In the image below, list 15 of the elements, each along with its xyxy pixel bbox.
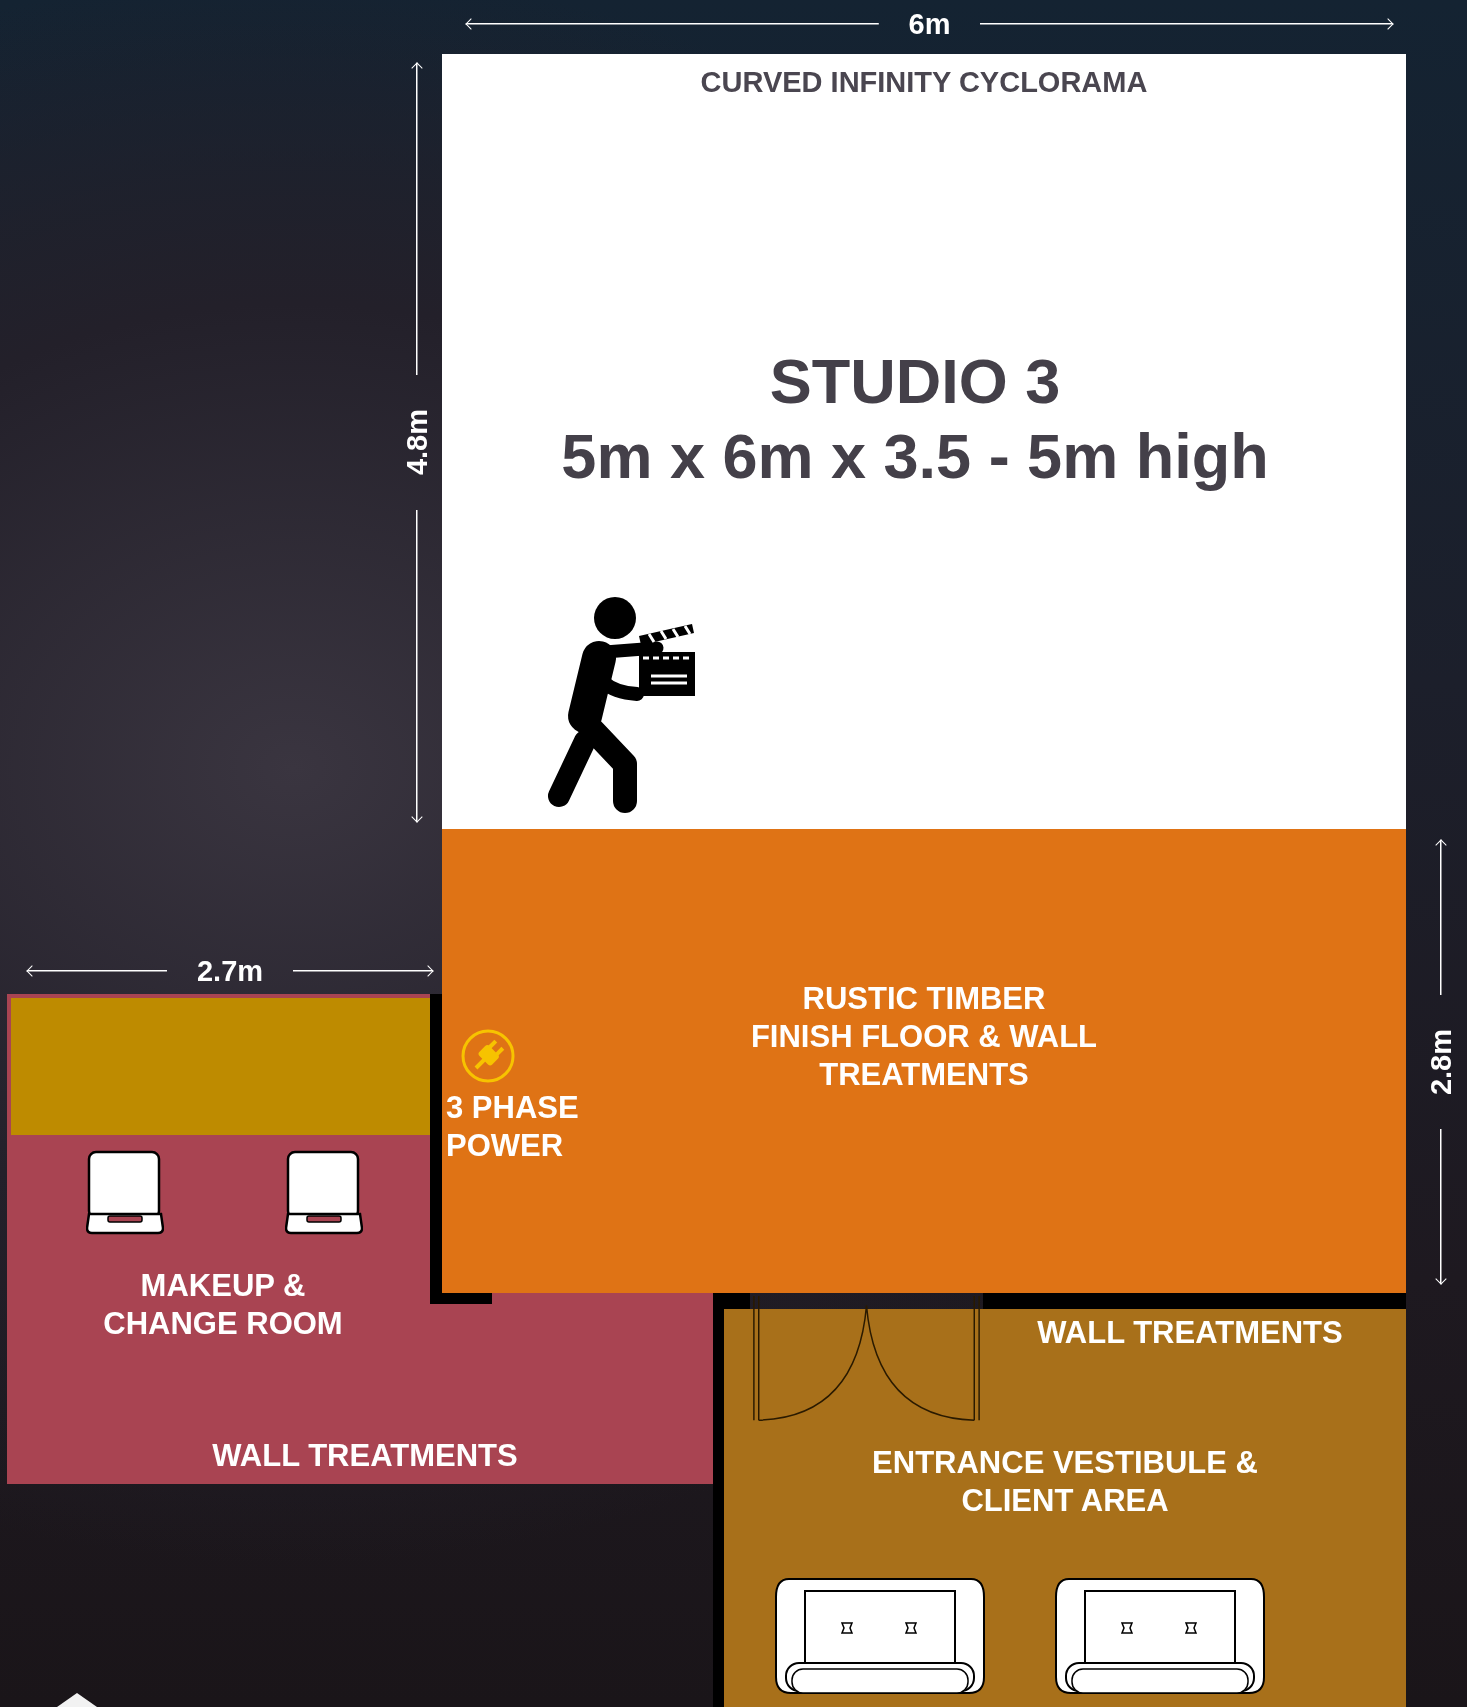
dimension-label: 6m xyxy=(908,9,951,39)
floor-label: RUSTIC TIMBER FINISH FLOOR & WALL TREATMENTS xyxy=(749,980,1099,1094)
studio-size: 5m x 6m x 3.5 - 5m high xyxy=(560,420,1270,492)
wall-note: WALL TREATMENTS xyxy=(1036,1315,1344,1351)
dimension-label: 4.8m xyxy=(402,409,432,476)
room-label: MAKEUP & CHANGE ROOM xyxy=(102,1267,344,1343)
studio-title: STUDIO 3 xyxy=(768,345,1062,417)
plug-icon xyxy=(460,1028,516,1084)
backdrop-label: CURVED INFINITY CYCLORAMA xyxy=(699,66,1149,99)
power-label: 3 PHASE POWER xyxy=(446,1089,580,1165)
room-label: ENTRANCE VESTIBULE & CLIENT AREA xyxy=(871,1444,1259,1520)
triangle-icon xyxy=(57,1693,97,1707)
dimension-label: 2.8m xyxy=(1426,1028,1456,1096)
wall-note: WALL TREATMENTS xyxy=(211,1438,519,1474)
dimension-label: 2.7m xyxy=(196,956,264,986)
